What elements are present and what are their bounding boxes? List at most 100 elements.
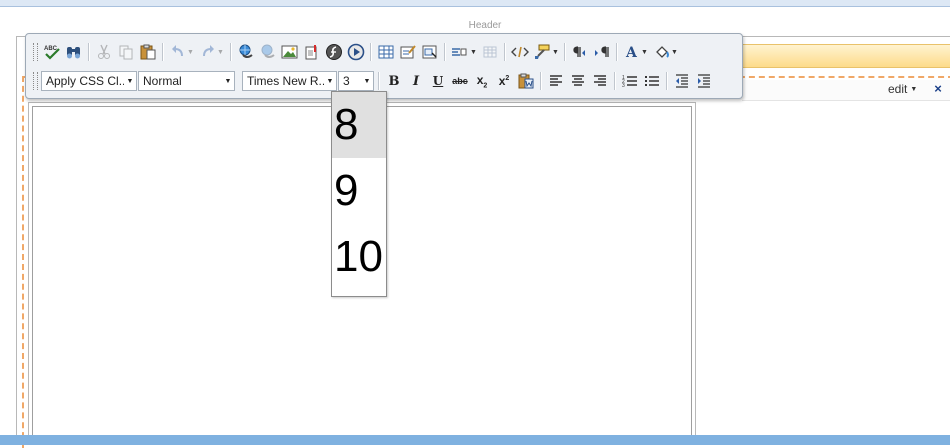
redo-button[interactable]: ▼: [197, 41, 227, 63]
chevron-down-icon: ▼: [910, 85, 918, 93]
undo-button[interactable]: ▼: [167, 41, 197, 63]
form-element-button[interactable]: [419, 41, 441, 63]
ltr-icon: [571, 44, 589, 60]
status-bar: [0, 435, 950, 445]
underline-button[interactable]: U: [427, 70, 449, 92]
toolbar-separator: [230, 43, 232, 61]
chevron-down-icon: ▼: [552, 48, 559, 56]
copy-icon: [118, 44, 134, 60]
font-size-dropdown[interactable]: 3 ▼: [338, 71, 374, 91]
form-icon: [400, 44, 416, 60]
paste-button[interactable]: [137, 41, 159, 63]
superscript-mark: 2: [505, 75, 510, 82]
paragraph-format-value: Normal: [143, 74, 182, 88]
outdent-button[interactable]: [671, 70, 693, 92]
html-source-icon: [511, 44, 529, 60]
toolbar-row-1: ABC ▼ ▼ ▼ ▼ A ▼ ▼: [33, 40, 681, 64]
image-icon: [281, 44, 299, 60]
horizontal-rule-button[interactable]: [479, 41, 501, 63]
font-color-icon: A: [624, 44, 640, 60]
chevron-down-icon: ▼: [363, 77, 371, 85]
find-button[interactable]: [63, 41, 85, 63]
format-painter-icon: [533, 44, 551, 60]
format-painter-button[interactable]: ▼: [531, 41, 561, 63]
spellcheck-icon: ABC: [43, 44, 61, 60]
highlight-color-icon: [654, 44, 670, 60]
html-source-button[interactable]: [509, 41, 531, 63]
document-link-button[interactable]: [301, 41, 323, 63]
media-button[interactable]: [345, 41, 367, 63]
toolbar-separator: [666, 72, 668, 90]
superscript-icon: x2: [499, 74, 510, 88]
paste-from-word-button[interactable]: [515, 70, 537, 92]
document-link-icon: [303, 44, 321, 60]
top-ribbon-edge: [0, 0, 950, 7]
form-button[interactable]: [397, 41, 419, 63]
toolbar-separator: [378, 72, 380, 90]
italic-button[interactable]: I: [405, 70, 427, 92]
form-element-icon: [422, 44, 438, 60]
chevron-down-icon: ▼: [671, 48, 678, 56]
table-button[interactable]: [375, 41, 397, 63]
font-size-option[interactable]: 10: [332, 224, 386, 290]
toolbar-grip[interactable]: [33, 43, 38, 61]
chevron-down-icon: ▼: [224, 77, 232, 85]
superscript-button[interactable]: x2: [493, 70, 515, 92]
font-size-value: 3: [343, 74, 350, 88]
cut-button[interactable]: [93, 41, 115, 63]
hyperlink-button[interactable]: [235, 41, 257, 63]
left-to-right-button[interactable]: [569, 41, 591, 63]
insert-symbol-button[interactable]: ▼: [449, 41, 479, 63]
flash-icon: [325, 43, 343, 61]
italic-icon: I: [412, 73, 420, 89]
edit-menu[interactable]: edit ▼: [888, 81, 928, 97]
right-to-left-button[interactable]: [591, 41, 613, 63]
underline-icon: U: [432, 74, 444, 88]
strikethrough-button[interactable]: abc: [449, 70, 471, 92]
chevron-down-icon: ▼: [187, 48, 194, 56]
close-webpart-button[interactable]: ×: [930, 81, 946, 97]
font-name-dropdown[interactable]: Times New R... ▼: [242, 71, 337, 91]
insert-symbol-icon: [451, 44, 469, 60]
toolbar-separator: [540, 72, 542, 90]
align-center-button[interactable]: [567, 70, 589, 92]
font-size-option[interactable]: 8: [332, 92, 386, 158]
toolbar-grip[interactable]: [33, 72, 38, 90]
toolbar-separator: [614, 72, 616, 90]
subscript-button[interactable]: x2: [471, 70, 493, 92]
find-replace-icon: [65, 44, 83, 60]
bullet-list-icon: [644, 73, 660, 89]
spellcheck-button[interactable]: ABC: [41, 41, 63, 63]
font-size-option[interactable]: 9: [332, 158, 386, 224]
bold-button[interactable]: B: [383, 70, 405, 92]
toolbar-row-2: Apply CSS Cl... ▼ Normal ▼ Times New R..…: [33, 69, 715, 93]
svg-text:A: A: [625, 45, 638, 60]
paragraph-format-dropdown[interactable]: Normal ▼: [138, 71, 235, 91]
image-button[interactable]: [279, 41, 301, 63]
css-class-dropdown[interactable]: Apply CSS Cl... ▼: [41, 71, 137, 91]
align-right-icon: [592, 73, 608, 89]
align-left-icon: [548, 73, 564, 89]
indent-button[interactable]: [693, 70, 715, 92]
copy-button[interactable]: [115, 41, 137, 63]
remove-link-button[interactable]: [257, 41, 279, 63]
zone-header-label: Header: [468, 20, 502, 31]
chevron-down-icon: ▼: [641, 48, 648, 56]
zone-title-bar: [742, 44, 950, 68]
media-icon: [347, 43, 365, 61]
editor-toolbar: ABC ▼ ▼ ▼ ▼ A ▼ ▼ Apply CSS Cl... ▼ Norm…: [25, 33, 743, 99]
align-right-button[interactable]: [589, 70, 611, 92]
flash-button[interactable]: [323, 41, 345, 63]
svg-text:3: 3: [622, 83, 625, 89]
redo-icon: [200, 44, 216, 60]
remove-link-icon: [259, 44, 277, 60]
toolbar-separator: [504, 43, 506, 61]
font-color-button[interactable]: A ▼: [621, 41, 651, 63]
strikethrough-icon: abc: [452, 76, 468, 86]
bullet-list-button[interactable]: [641, 70, 663, 92]
highlight-color-button[interactable]: ▼: [651, 41, 681, 63]
align-left-button[interactable]: [545, 70, 567, 92]
paste-icon: [139, 44, 157, 60]
font-name-value: Times New R...: [247, 74, 324, 88]
numbered-list-button[interactable]: 1 2 3: [619, 70, 641, 92]
